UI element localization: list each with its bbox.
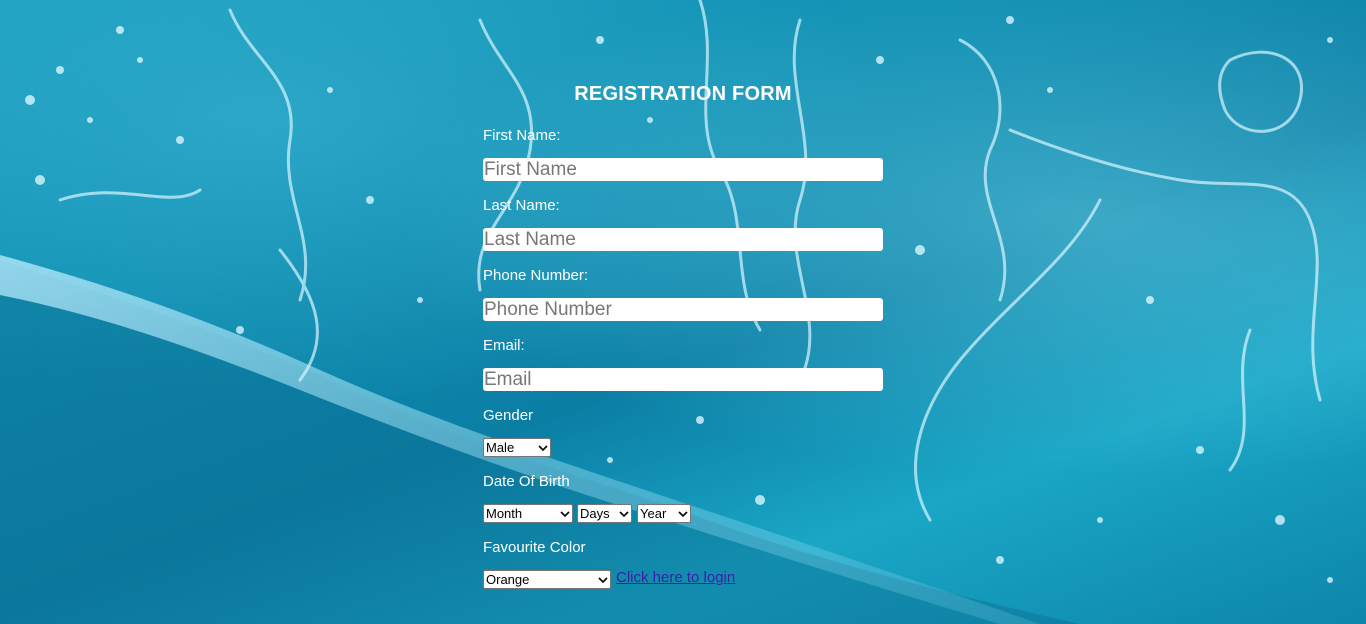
gender-select-value: Male xyxy=(486,440,515,455)
chevron-down-icon xyxy=(596,576,610,583)
first-name-input[interactable] xyxy=(483,158,883,181)
first-name-label: First Name: xyxy=(483,127,561,144)
favourite-color-value: Orange xyxy=(486,572,530,587)
phone-number-input[interactable] xyxy=(483,298,883,321)
login-link[interactable]: Click here to login xyxy=(616,569,735,586)
dob-days-value: Days xyxy=(580,506,610,521)
chevron-down-icon xyxy=(558,510,572,517)
chevron-down-icon xyxy=(536,444,550,451)
dob-month-value: Month xyxy=(486,506,523,521)
dob-year-select[interactable]: Year xyxy=(637,504,691,523)
favourite-color-select[interactable]: Orange xyxy=(483,570,611,589)
phone-number-label: Phone Number: xyxy=(483,267,589,284)
last-name-input[interactable] xyxy=(483,228,883,251)
email-label: Email: xyxy=(483,337,525,354)
chevron-down-icon xyxy=(617,510,631,517)
dob-days-select[interactable]: Days xyxy=(577,504,632,523)
gender-select[interactable]: Male xyxy=(483,438,551,457)
date-of-birth-label: Date Of Birth xyxy=(483,473,570,490)
form-title: REGISTRATION FORM xyxy=(574,83,792,105)
last-name-label: Last Name: xyxy=(483,197,560,214)
dob-month-select[interactable]: Month xyxy=(483,504,573,523)
dob-year-value: Year xyxy=(640,506,667,521)
favourite-color-label: Favourite Color xyxy=(483,539,586,556)
email-input[interactable] xyxy=(483,368,883,391)
chevron-down-icon xyxy=(676,510,690,517)
gender-label: Gender xyxy=(483,407,534,424)
